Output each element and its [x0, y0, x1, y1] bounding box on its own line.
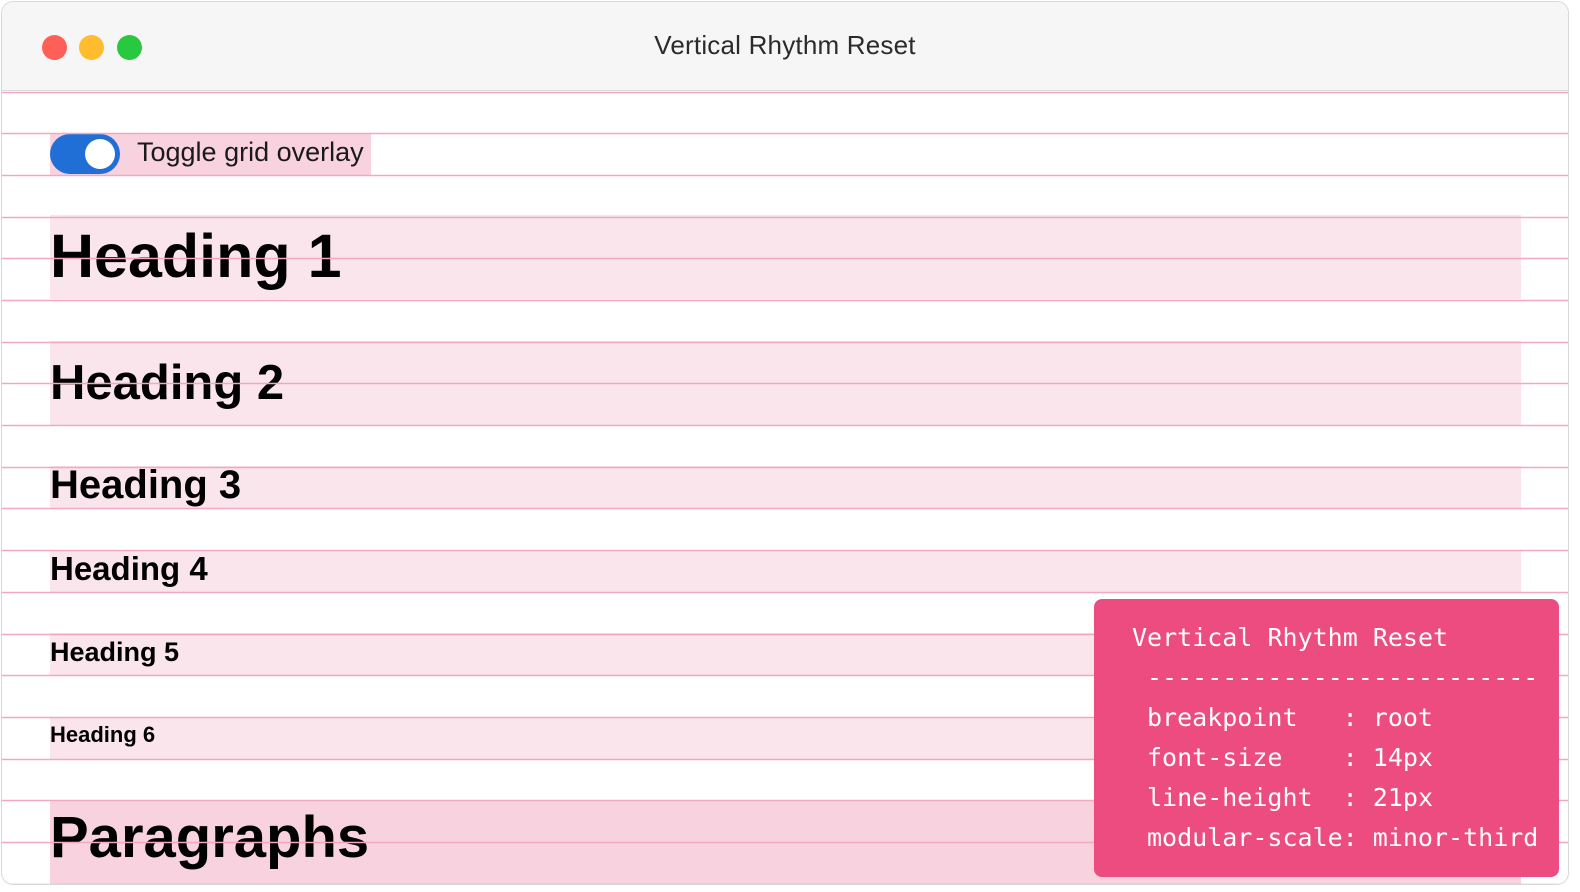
heading-2: Heading 2 — [50, 356, 285, 410]
info-panel-title: Vertical Rhythm Reset — [1132, 623, 1449, 652]
info-separator: : — [1297, 703, 1373, 732]
info-panel-divider: -------------------------- — [1147, 663, 1539, 692]
info-row-font-size: font-size : 14px — [1147, 738, 1433, 778]
paragraphs-heading: Paragraphs — [50, 805, 370, 870]
app-window: Vertical Rhythm Reset Toggle grid overla… — [1, 1, 1569, 885]
info-row-line-height: line-height : 21px — [1147, 778, 1433, 818]
heading-3-band — [50, 466, 1521, 508]
info-separator: : — [1282, 743, 1373, 772]
info-value: 21px — [1372, 783, 1434, 812]
grid-overlay-toggle-switch[interactable] — [50, 134, 120, 174]
page-content: Toggle grid overlay Heading 1 Heading 2 … — [2, 91, 1568, 884]
vertical-rhythm-info-panel: Vertical Rhythm Reset ------------------… — [1094, 599, 1559, 877]
info-separator: : — [1312, 783, 1373, 812]
heading-3: Heading 3 — [50, 463, 242, 507]
info-key: modular-scale — [1147, 823, 1343, 852]
heading-4-band — [50, 550, 1521, 592]
heading-4: Heading 4 — [50, 550, 208, 587]
grid-overlay-toggle-row[interactable]: Toggle grid overlay — [50, 133, 371, 175]
info-key: font-size — [1147, 743, 1283, 772]
info-separator: : — [1342, 823, 1373, 852]
title-bar: Vertical Rhythm Reset — [2, 2, 1568, 91]
heading-5: Heading 5 — [50, 637, 180, 667]
info-key: line-height — [1147, 783, 1313, 812]
info-row-modular-scale: modular-scale: minor-third — [1147, 818, 1538, 858]
info-key: breakpoint — [1147, 703, 1298, 732]
grid-overlay-toggle-label: Toggle grid overlay — [137, 137, 364, 167]
toggle-knob — [85, 139, 115, 169]
info-value: 14px — [1372, 743, 1433, 772]
info-value: minor-third — [1372, 823, 1539, 852]
heading-1: Heading 1 — [50, 222, 342, 290]
info-row-breakpoint: breakpoint : root — [1147, 698, 1433, 738]
heading-6: Heading 6 — [50, 722, 156, 747]
info-value: root — [1372, 703, 1433, 732]
window-title: Vertical Rhythm Reset — [654, 30, 916, 60]
